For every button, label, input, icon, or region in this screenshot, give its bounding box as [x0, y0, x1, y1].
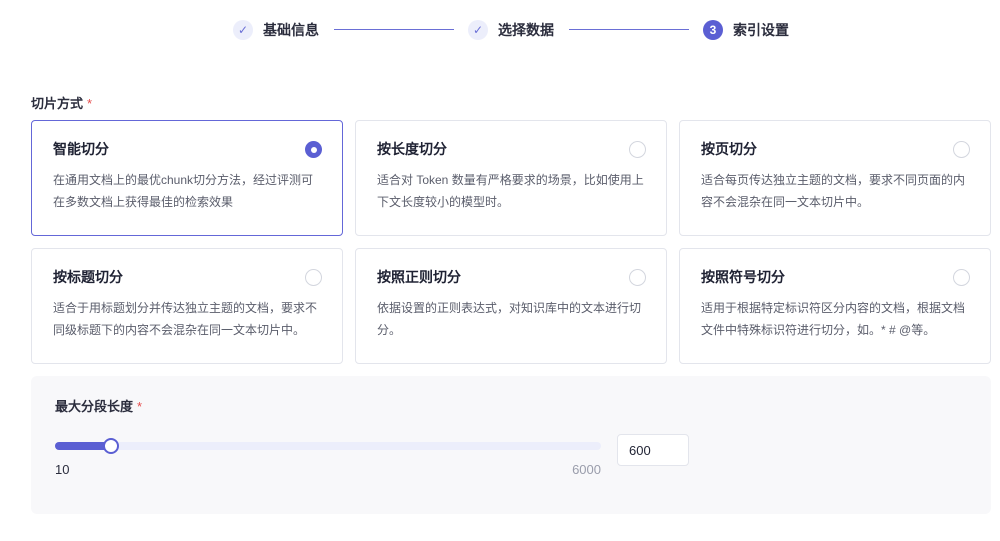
chunk-option-smart[interactable]: 智能切分 在通用文档上的最优chunk切分方法，经过评测可在多数文档上获得最佳的…: [31, 120, 343, 236]
option-description: 依据设置的正则表达式，对知识库中的文本进行切分。: [377, 301, 642, 337]
check-icon: ✓: [468, 20, 488, 40]
max-segment-panel: 最大分段长度 * 10 6000: [31, 376, 991, 514]
option-description: 适合每页传达独立主题的文档，要求不同页面的内容不会混杂在同一文本切片中。: [701, 173, 966, 209]
chunk-option-by-heading[interactable]: 按标题切分 适合于用标题划分并传达独立主题的文档，要求不同级标题下的内容不会混杂…: [31, 248, 343, 364]
slider-min-label: 10: [55, 462, 70, 477]
chunk-option-by-regex[interactable]: 按照正则切分 依据设置的正则表达式，对知识库中的文本进行切分。: [355, 248, 667, 364]
step-number-badge: 3: [703, 20, 723, 40]
option-title: 按长度切分: [377, 141, 447, 157]
option-title: 按标题切分: [53, 269, 123, 285]
max-segment-slider[interactable]: [55, 438, 601, 454]
option-title: 智能切分: [53, 141, 109, 157]
step-label: 基础信息: [263, 22, 319, 38]
step-label: 索引设置: [733, 22, 789, 38]
step-label: 选择数据: [498, 22, 554, 38]
max-segment-label: 最大分段长度 *: [55, 396, 142, 415]
radio-button[interactable]: [629, 269, 646, 286]
chunk-option-by-symbol[interactable]: 按照符号切分 适用于根据特定标识符区分内容的文档，根据文档文件中特殊标识符进行切…: [679, 248, 991, 364]
steps-progress: ✓ 基础信息 ✓ 选择数据 3 索引设置: [0, 18, 1000, 42]
step-index-settings[interactable]: 3 索引设置: [703, 18, 789, 42]
step-connector: [334, 29, 454, 30]
label-text: 最大分段长度: [55, 399, 134, 414]
required-mark: *: [87, 96, 93, 111]
slider-handle[interactable]: [103, 438, 119, 454]
option-description: 适合对 Token 数量有严格要求的场景，比如使用上下文长度较小的模型时。: [377, 173, 644, 209]
required-mark: *: [137, 399, 143, 414]
chunk-option-by-page[interactable]: 按页切分 适合每页传达独立主题的文档，要求不同页面的内容不会混杂在同一文本切片中…: [679, 120, 991, 236]
slider-max-label: 6000: [572, 462, 601, 477]
option-title: 按页切分: [701, 141, 757, 157]
option-title: 按照符号切分: [701, 269, 785, 285]
step-basic-info[interactable]: ✓ 基础信息: [233, 18, 319, 42]
radio-button[interactable]: [629, 141, 646, 158]
option-description: 适合于用标题划分并传达独立主题的文档，要求不同级标题下的内容不会混杂在同一文本切…: [53, 301, 318, 337]
check-icon: ✓: [233, 20, 253, 40]
radio-button[interactable]: [305, 269, 322, 286]
option-title: 按照正则切分: [377, 269, 461, 285]
radio-button[interactable]: [305, 141, 322, 158]
step-select-data[interactable]: ✓ 选择数据: [468, 18, 554, 42]
radio-button[interactable]: [953, 269, 970, 286]
chunk-method-label: 切片方式 *: [31, 93, 92, 112]
radio-button[interactable]: [953, 141, 970, 158]
step-connector: [569, 29, 689, 30]
label-text: 切片方式: [31, 96, 84, 111]
option-description: 适用于根据特定标识符区分内容的文档，根据文档文件中特殊标识符进行切分，如。* #…: [701, 301, 966, 337]
option-description: 在通用文档上的最优chunk切分方法，经过评测可在多数文档上获得最佳的检索效果: [53, 173, 314, 209]
chunk-option-by-length[interactable]: 按长度切分 适合对 Token 数量有严格要求的场景，比如使用上下文长度较小的模…: [355, 120, 667, 236]
max-segment-input[interactable]: [617, 434, 689, 466]
slider-fill: [55, 442, 109, 450]
